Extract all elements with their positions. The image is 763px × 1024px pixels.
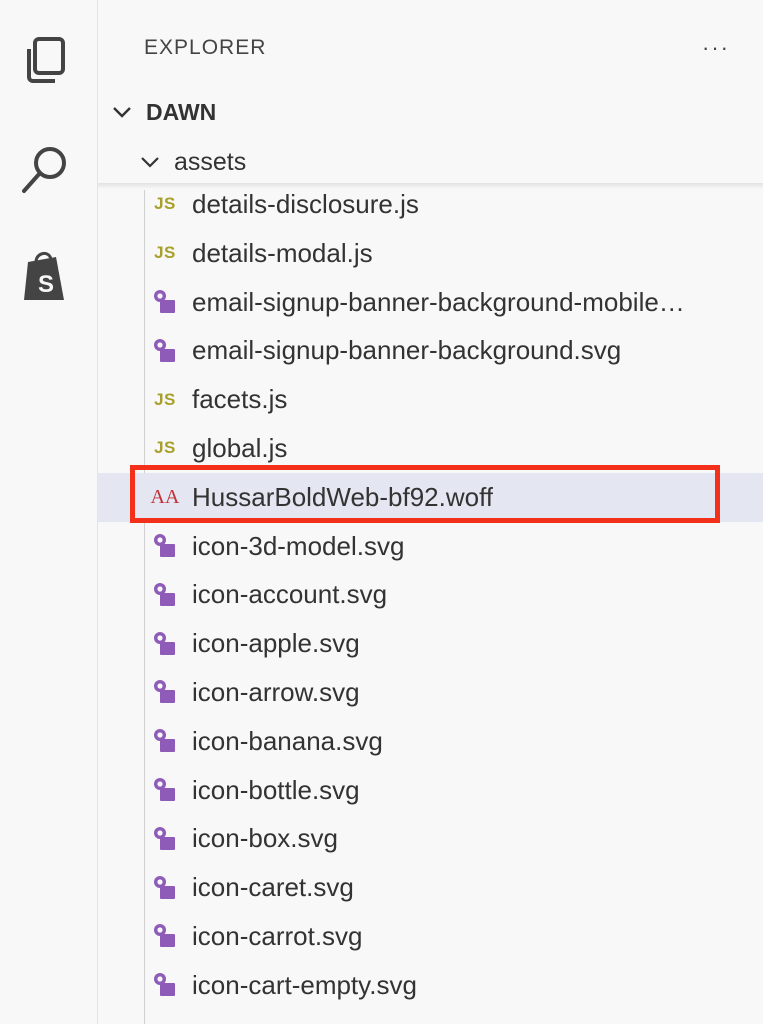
file-row[interactable]: JS details-modal.js [98, 229, 763, 278]
file-row[interactable]: icon-3d-model.svg [98, 522, 763, 571]
file-row[interactable]: JS facets.js [98, 375, 763, 424]
svg-file-icon [150, 677, 180, 707]
explorer-title: EXPLORER [144, 36, 267, 59]
file-name: icon-3d-model.svg [192, 530, 405, 561]
file-row[interactable]: email-signup-banner-background-mobile… [98, 278, 763, 327]
workspace-name: DAWN [146, 98, 217, 125]
file-name: icon-arrow.svg [192, 677, 360, 707]
file-name: email-signup-banner-background.svg [192, 335, 622, 366]
file-name: global.js [192, 433, 288, 463]
svg-file-icon [150, 336, 180, 366]
file-name: icon-bottle.svg [192, 774, 360, 805]
folder-name: assets [174, 147, 247, 176]
highlight-annotation [130, 465, 720, 523]
svg-file-icon [150, 580, 180, 610]
file-row[interactable]: icon-bottle.svg [98, 766, 763, 815]
chevron-down-icon [113, 107, 131, 118]
file-name: icon-caret.svg [192, 872, 354, 903]
svg-text:S: S [38, 271, 54, 298]
js-file-icon: JS [150, 385, 180, 415]
folder-assets[interactable]: assets [138, 138, 763, 186]
js-icon-label: JS [154, 243, 176, 263]
more-icon: ··· [702, 35, 730, 60]
more-actions-button[interactable]: ··· [698, 30, 734, 66]
svg-file-icon [150, 775, 180, 805]
js-icon-label: JS [154, 194, 176, 214]
svg-file-icon [150, 921, 180, 951]
file-row[interactable]: icon-account.svg [98, 570, 763, 619]
search-icon[interactable] [18, 142, 74, 198]
svg-file-icon [150, 629, 180, 659]
file-name: icon-banana.svg [192, 725, 383, 756]
svg-file-icon [150, 726, 180, 756]
svg-file-icon [150, 970, 180, 1000]
chevron-down-icon [141, 157, 159, 168]
file-name: details-modal.js [192, 237, 373, 268]
file-row[interactable]: JS details-disclosure.js [98, 180, 763, 229]
svg-file-icon [150, 824, 180, 854]
file-row[interactable]: icon-banana.svg [98, 717, 763, 766]
svg-file-icon [150, 873, 180, 903]
workspace-header-dawn[interactable]: DAWN [110, 88, 763, 136]
file-row[interactable]: icon-box.svg [98, 814, 763, 863]
file-row[interactable]: email-signup-banner-background.svg [98, 326, 763, 375]
file-name: email-signup-banner-background-mobile… [192, 286, 685, 317]
js-file-icon: JS [150, 189, 180, 219]
shopify-icon[interactable]: S [18, 248, 74, 304]
svg-file-icon [150, 287, 180, 317]
file-name: icon-cart-empty.svg [192, 969, 417, 1000]
file-name: icon-account.svg [192, 579, 388, 610]
activity-bar: S [0, 0, 98, 1024]
file-row[interactable]: icon-apple.svg [98, 619, 763, 668]
file-name: details-disclosure.js [192, 189, 419, 219]
files-icon[interactable] [18, 33, 74, 89]
file-row[interactable]: icon-caret.svg [98, 863, 763, 912]
file-row[interactable]: icon-cart-empty.svg [98, 961, 763, 1010]
js-icon-label: JS [154, 389, 176, 409]
file-row[interactable]: icon-carrot.svg [98, 912, 763, 961]
file-name: icon-apple.svg [192, 628, 360, 659]
js-icon-label: JS [154, 438, 176, 458]
file-row[interactable]: icon-arrow.svg [98, 668, 763, 717]
file-name: icon-box.svg [192, 823, 338, 854]
file-name: icon-carrot.svg [192, 921, 363, 951]
svg-file-icon [150, 531, 180, 561]
js-file-icon: JS [150, 238, 180, 268]
js-file-icon: JS [150, 433, 180, 463]
file-name: facets.js [192, 384, 288, 415]
